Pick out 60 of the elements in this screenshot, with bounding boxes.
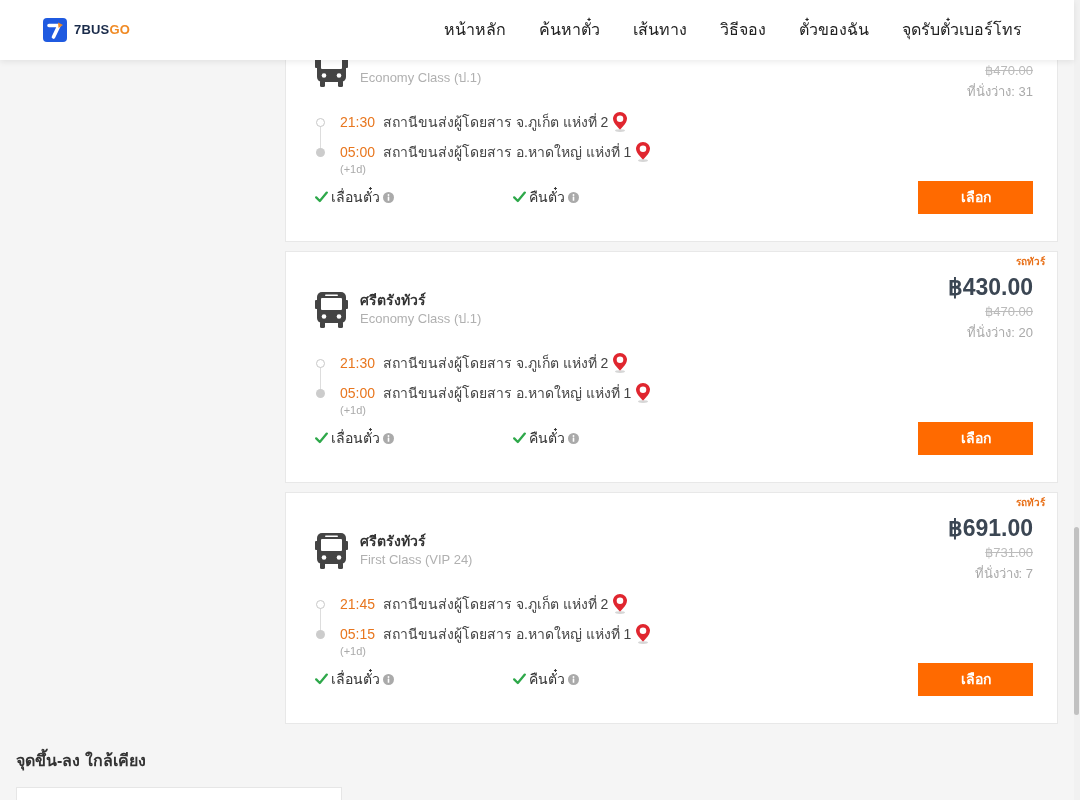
- feature-label: เลื่อนตั๋ว: [331, 187, 380, 207]
- map-pin-icon[interactable]: [613, 353, 628, 373]
- station-name: สถานีขนส่งผู้โดยสาร อ.หาดใหญ่ แห่งที่ 1: [383, 383, 632, 403]
- stop-time: 21:30: [340, 113, 376, 132]
- info-icon[interactable]: [568, 191, 579, 203]
- station-name: สถานีขนส่งผู้โดยสาร จ.ภูเก็ต แห่งที่ 2: [383, 112, 609, 132]
- station-name: สถานีขนส่งผู้โดยสาร อ.หาดใหญ่ แห่งที่ 1: [383, 142, 632, 162]
- station-name: สถานีขนส่งผู้โดยสาร จ.ภูเก็ต แห่งที่ 2: [383, 353, 609, 373]
- feature-label: คืนตั๋ว: [529, 187, 565, 207]
- price: ฿691.00: [947, 514, 1033, 543]
- nav-link[interactable]: เส้นทาง: [633, 19, 687, 41]
- nav-link[interactable]: ตั๋วของฉัน: [799, 19, 869, 41]
- feature-label: เลื่อนตั๋ว: [331, 428, 380, 448]
- nav-link[interactable]: วิธีจอง: [720, 19, 766, 41]
- bus-type-tag: รถทัวร์: [1016, 255, 1045, 269]
- price: ฿430.00: [947, 273, 1033, 302]
- nav-link[interactable]: หน้าหลัก: [444, 19, 506, 41]
- logo-icon: [43, 18, 67, 42]
- stop-time: 05:00: [340, 143, 376, 162]
- stop-time: 05:15: [340, 625, 376, 644]
- station-name: สถานีขนส่งผู้โดยสาร จ.ภูเก็ต แห่งที่ 2: [383, 594, 609, 614]
- seats-available: ที่นั่งว่าง: 31: [967, 83, 1033, 101]
- seat-class: Economy Class (ป.1): [360, 310, 482, 328]
- info-icon[interactable]: [383, 673, 394, 685]
- scrollbar-thumb[interactable]: [1074, 527, 1079, 715]
- original-price: ฿731.00: [985, 544, 1033, 562]
- day-offset: (+1d): [340, 644, 366, 658]
- info-icon[interactable]: [568, 432, 579, 444]
- stop-time: 05:00: [340, 384, 376, 403]
- map-pin-icon[interactable]: [636, 624, 651, 644]
- map-pin-icon[interactable]: [636, 383, 651, 403]
- map-pin-icon[interactable]: [636, 142, 651, 162]
- original-price: ฿470.00: [985, 62, 1033, 80]
- seats-available: ที่นั่งว่าง: 20: [967, 324, 1033, 342]
- bus-icon: [315, 532, 348, 569]
- bus-type-tag: รถทัวร์: [1016, 496, 1045, 510]
- feature-label: คืนตั๋ว: [529, 428, 565, 448]
- original-price: ฿470.00: [985, 303, 1033, 321]
- info-icon[interactable]: [383, 432, 394, 444]
- day-offset: (+1d): [340, 403, 366, 417]
- operator-name: ศรีตรังทัวร์: [360, 532, 426, 551]
- section-heading: จุดขึ้น-ลง ใกล้เคียง: [16, 749, 146, 773]
- info-icon[interactable]: [568, 673, 579, 685]
- seats-available: ที่นั่งว่าง: 7: [974, 565, 1033, 583]
- station-name: สถานีขนส่งผู้โดยสาร อ.หาดใหญ่ แห่งที่ 1: [383, 624, 632, 644]
- nav-link[interactable]: จุดรับตั๋วเบอร์โทร: [902, 19, 1022, 41]
- bus-icon: [315, 291, 348, 328]
- map-pin-icon[interactable]: [613, 112, 628, 132]
- map-pin-icon[interactable]: [613, 594, 628, 614]
- feature-label: คืนตั๋ว: [529, 669, 565, 689]
- operator-name: ศรีตรังทัวร์: [360, 291, 426, 310]
- seat-class: Economy Class (ป.1): [360, 69, 482, 87]
- nav-link[interactable]: ค้นหาตั๋ว: [539, 19, 600, 41]
- info-icon[interactable]: [383, 191, 394, 203]
- stop-time: 21:30: [340, 354, 376, 373]
- day-offset: (+1d): [340, 162, 366, 176]
- seat-class: First Class (VIP 24): [360, 551, 473, 569]
- site-logo[interactable]: 7BUSGO: [43, 18, 131, 42]
- feature-label: เลื่อนตั๋ว: [331, 669, 380, 689]
- stop-time: 21:45: [340, 595, 376, 614]
